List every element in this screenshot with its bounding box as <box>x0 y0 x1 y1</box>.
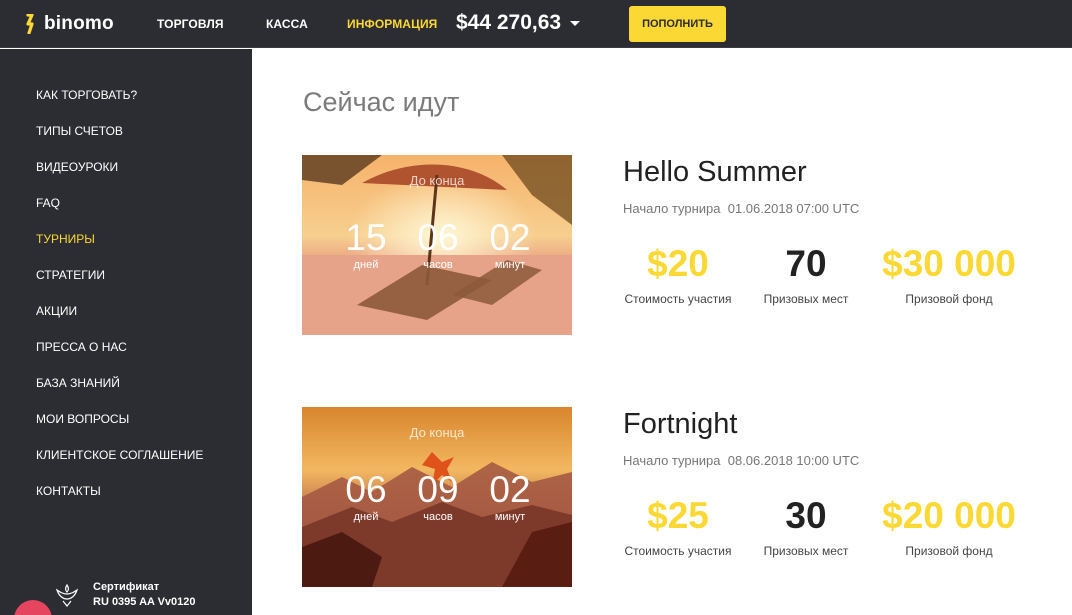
balance-dropdown[interactable]: $44 270,63 <box>456 11 581 35</box>
tournament-start: Начало турнира 08.06.2018 10:00 UTC <box>623 453 859 468</box>
tournament-start-value: 01.06.2018 07:00 UTC <box>727 201 860 216</box>
section-title: Сейчас идут <box>303 87 460 117</box>
tournament-image[interactable]: До конца 15 дней 06 часов 02 минут <box>302 155 572 335</box>
nav-trading[interactable]: ТОРГОВЛЯ <box>157 17 224 31</box>
countdown-minutes-value: 02 <box>489 217 531 258</box>
countdown-minutes-value: 02 <box>489 469 531 510</box>
tournament-name[interactable]: Fortnight <box>623 408 737 441</box>
tournament-start-label: Начало турнира <box>623 453 721 468</box>
prize-fund-caption: Призовой фонд <box>905 544 993 558</box>
top-bar: binomo ТОРГОВЛЯ КАССА ИНФОРМАЦИЯ $44 270… <box>0 0 1072 48</box>
tournament-start-label: Начало турнира <box>623 201 721 216</box>
countdown-label: До конца <box>409 173 465 188</box>
sidebar-item-promotions[interactable]: АКЦИИ <box>36 304 77 318</box>
sidebar-item-client-agreement[interactable]: КЛИЕНТСКОЕ СОГЛАШЕНИЕ <box>36 448 203 462</box>
tournament-start: Начало турнира 01.06.2018 07:00 UTC <box>623 201 859 216</box>
prize-places-value: 70 <box>785 243 827 284</box>
countdown-days-caption: дней <box>353 511 379 523</box>
certificate-number: RU 0395 AA Vv0120 <box>93 596 196 608</box>
countdown-minutes: 02 минут <box>480 217 540 272</box>
prize-places-value: 30 <box>785 495 827 536</box>
tournament-start-value: 08.06.2018 10:00 UTC <box>727 453 860 468</box>
deposit-button[interactable]: ПОПОЛНИТЬ <box>629 6 726 42</box>
countdown-days: 06 дней <box>336 469 396 524</box>
tournament-image[interactable]: До конца 06 дней 09 часов 02 минут <box>302 407 572 587</box>
prize-fund-stat: $20 000 Призовой фонд <box>876 495 1022 559</box>
prize-fund-value: $20 000 <box>882 495 1016 536</box>
entry-fee-value: $20 <box>647 243 709 284</box>
countdown-label: До конца <box>409 425 465 440</box>
prize-places-caption: Призовых мест <box>763 292 849 306</box>
countdown-hours-caption: часов <box>423 511 453 523</box>
countdown: 15 дней 06 часов 02 минут <box>336 217 540 272</box>
countdown-hours: 09 часов <box>408 469 468 524</box>
countdown-hours: 06 часов <box>408 217 468 272</box>
countdown-hours-caption: часов <box>423 259 453 271</box>
sidebar-item-strategies[interactable]: СТРАТЕГИИ <box>36 268 105 282</box>
countdown-hours-value: 09 <box>417 469 459 510</box>
certificate-emblem-icon <box>54 582 80 608</box>
sidebar-item-press[interactable]: ПРЕССА О НАС <box>36 340 127 354</box>
binomo-logo-icon <box>25 14 39 34</box>
certificate-title: Сертификат <box>93 581 160 593</box>
sidebar-item-how-to-trade[interactable]: КАК ТОРГОВАТЬ? <box>36 88 137 102</box>
prize-fund-caption: Призовой фонд <box>905 292 993 306</box>
prize-fund-value: $30 000 <box>882 243 1016 284</box>
entry-fee-caption: Стоимость участия <box>624 292 732 306</box>
nav-information[interactable]: ИНФОРМАЦИЯ <box>347 17 437 31</box>
sidebar-item-account-types[interactable]: ТИПЫ СЧЕТОВ <box>36 124 123 138</box>
entry-fee-stat: $20 Стоимость участия <box>622 243 734 307</box>
countdown-hours-value: 06 <box>417 217 459 258</box>
entry-fee-caption: Стоимость участия <box>624 544 732 558</box>
sidebar-item-faq[interactable]: FAQ <box>36 196 60 210</box>
nav-cashier[interactable]: КАССА <box>266 17 308 31</box>
logo-text: binomo <box>44 13 114 34</box>
logo[interactable]: binomo <box>25 12 114 36</box>
chevron-down-icon <box>570 20 581 26</box>
main-content: Сейчас идут До конца 15 дней 06 часов 02… <box>252 49 1072 615</box>
countdown-days: 15 дней <box>336 217 396 272</box>
sidebar-item-contacts[interactable]: КОНТАКТЫ <box>36 484 101 498</box>
sidebar-item-tournaments[interactable]: ТУРНИРЫ <box>36 232 95 246</box>
prize-places-stat: 30 Призовых мест <box>758 495 854 559</box>
tournament-name[interactable]: Hello Summer <box>623 156 807 189</box>
certificate[interactable]: Сертификат RU 0395 AA Vv0120 <box>54 580 196 610</box>
countdown-days-caption: дней <box>353 259 379 271</box>
entry-fee-value: $25 <box>647 495 709 536</box>
sidebar: КАК ТОРГОВАТЬ? ТИПЫ СЧЕТОВ ВИДЕОУРОКИ FA… <box>0 49 252 615</box>
entry-fee-stat: $25 Стоимость участия <box>622 495 734 559</box>
balance-value: $44 270,63 <box>456 11 562 34</box>
prize-fund-stat: $30 000 Призовой фонд <box>876 243 1022 307</box>
sidebar-item-knowledge-base[interactable]: БАЗА ЗНАНИЙ <box>36 376 120 390</box>
sidebar-item-video-lessons[interactable]: ВИДЕОУРОКИ <box>36 160 118 174</box>
countdown-minutes: 02 минут <box>480 469 540 524</box>
countdown: 06 дней 09 часов 02 минут <box>336 469 540 524</box>
countdown-days-value: 15 <box>345 217 387 258</box>
prize-places-stat: 70 Призовых мест <box>758 243 854 307</box>
sidebar-item-my-questions[interactable]: МОИ ВОПРОСЫ <box>36 412 129 426</box>
countdown-minutes-caption: минут <box>494 511 526 523</box>
countdown-minutes-caption: минут <box>494 259 526 271</box>
countdown-days-value: 06 <box>345 469 387 510</box>
prize-places-caption: Призовых мест <box>763 544 849 558</box>
